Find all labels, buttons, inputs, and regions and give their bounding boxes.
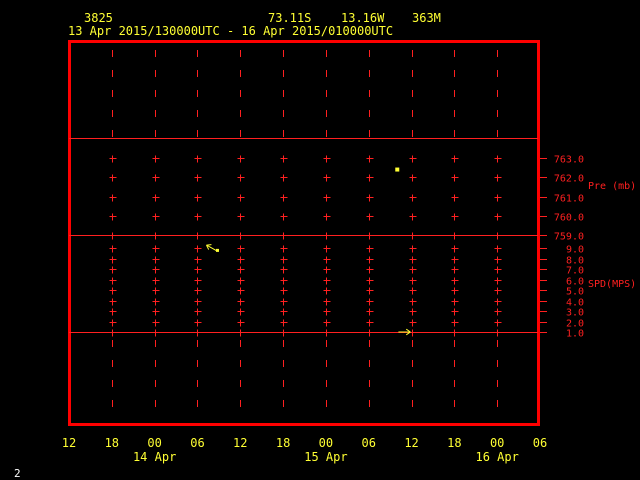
- speed-tick-label: 7.0: [566, 266, 584, 277]
- speed-axis-label: SPD(MPS): [588, 279, 636, 290]
- pressure-point: [395, 167, 400, 172]
- x-tick-label: 06: [362, 436, 376, 450]
- speed-tick-label: 5.0: [566, 287, 584, 298]
- dashed-time-gridlines: [109, 50, 502, 407]
- date-label: 14 Apr: [133, 450, 176, 464]
- x-tick-label: 00: [490, 436, 504, 450]
- speed-tick-label: 3.0: [566, 308, 584, 319]
- time-range: 13 Apr 2015/130000UTC - 16 Apr 2015/0100…: [68, 24, 393, 38]
- date-label: 15 Apr: [304, 450, 347, 464]
- x-tick-label: 06: [533, 436, 547, 450]
- station-longitude: 13.16W: [341, 11, 385, 25]
- x-tick-label: 18: [276, 436, 290, 450]
- plot-frame: [68, 40, 540, 426]
- x-tick-label: 12: [404, 436, 418, 450]
- x-tick-label: 12: [62, 436, 76, 450]
- wind-point: [215, 248, 219, 252]
- pressure-axis-label: Pre (mb): [588, 181, 636, 192]
- meteogram-chart: 3825 73.11S 13.16W 363M 13 Apr 2015/1300…: [14, 11, 636, 480]
- pressure-tick-label: 760.0: [554, 213, 584, 224]
- station-id: 3825: [84, 11, 113, 25]
- x-tick-label: 12: [233, 436, 247, 450]
- data-marks: [206, 167, 411, 336]
- x-tick-label: 00: [319, 436, 333, 450]
- station-latitude: 73.11S: [268, 11, 311, 25]
- pressure-tick-label: 762.0: [554, 174, 584, 185]
- wind-barb: [398, 328, 411, 336]
- date-label: 16 Apr: [476, 450, 519, 464]
- speed-tick-label: 9.0: [566, 245, 584, 256]
- speed-tick-label: 1.0: [566, 329, 584, 340]
- x-tick-label: 00: [147, 436, 161, 450]
- x-axis: 12 18 00 06 12 18 00 06 12 18 00 06 14 Apr 15 Apr 16 A…: [62, 436, 547, 464]
- x-tick-label: 06: [190, 436, 204, 450]
- y-axes: 763.0762.0761.0760.0759.09.08.07.06.05.0…: [540, 155, 584, 340]
- x-tick-label: 18: [105, 436, 119, 450]
- station-elevation: 363M: [412, 11, 441, 25]
- pressure-tick-label: 761.0: [554, 194, 584, 205]
- pressure-tick-label: 759.0: [554, 232, 584, 243]
- page-number: 2: [14, 467, 21, 480]
- pressure-tick-label: 763.0: [554, 155, 584, 166]
- x-tick-label: 18: [447, 436, 461, 450]
- meteogram-canvas: 3825 73.11S 13.16W 363M 13 Apr 2015/1300…: [0, 0, 640, 480]
- wind-barb: [206, 244, 219, 252]
